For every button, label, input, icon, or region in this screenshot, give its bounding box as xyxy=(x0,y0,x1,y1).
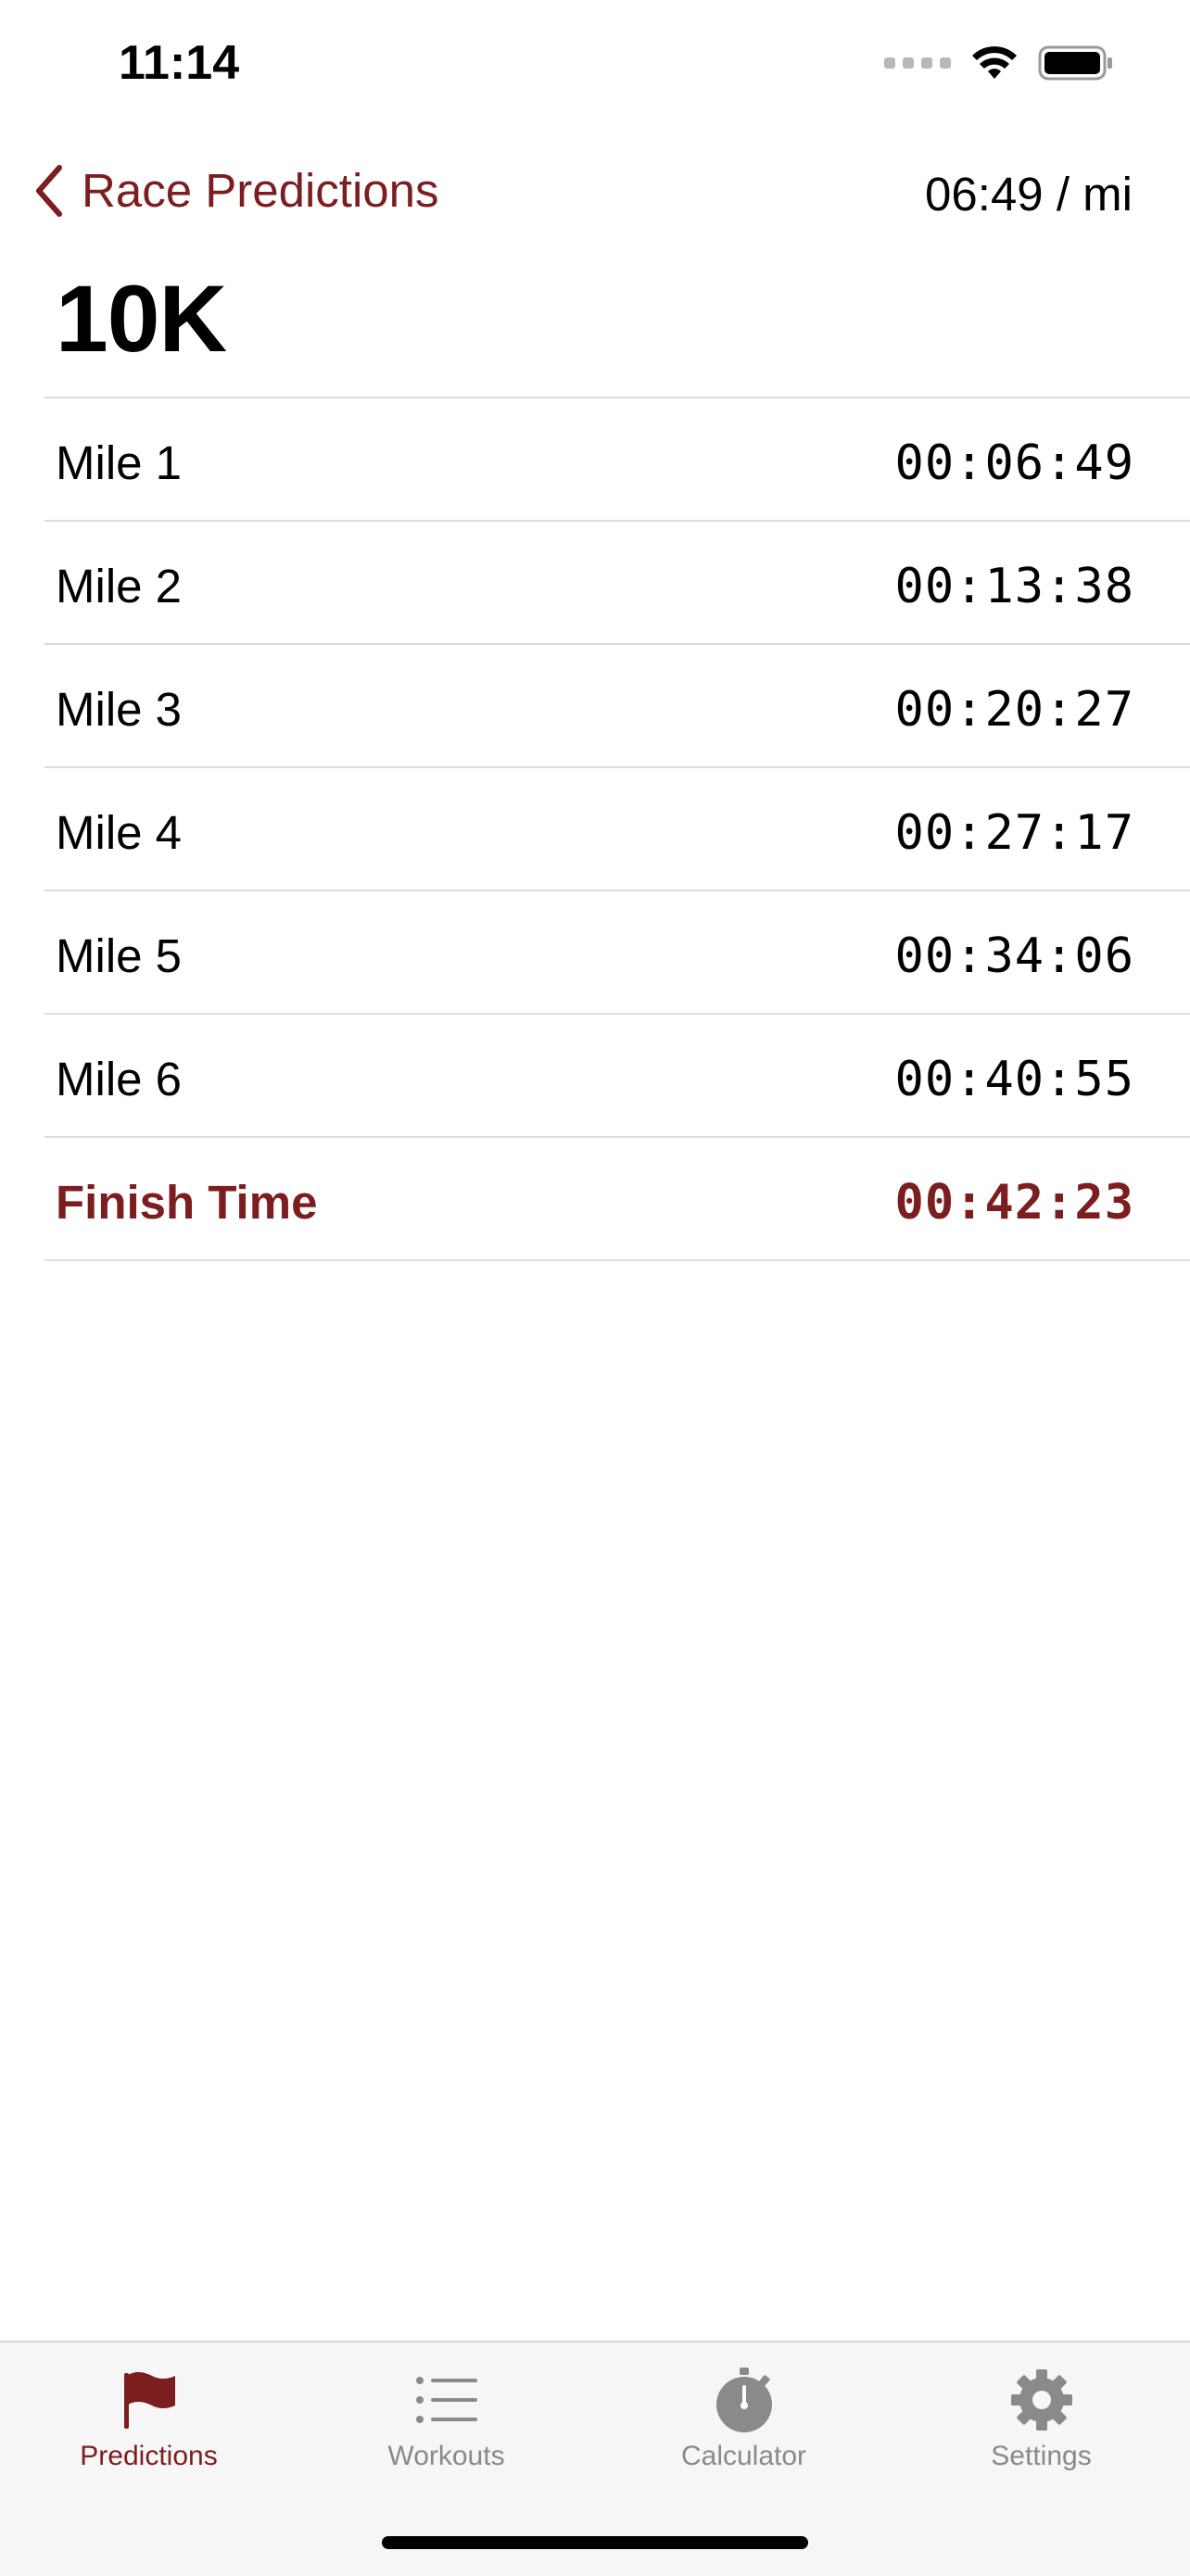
list-icon xyxy=(415,2377,477,2423)
finish-time-value: 00:42:23 xyxy=(894,1175,1134,1231)
status-icons xyxy=(884,44,1114,82)
split-label: Mile 1 xyxy=(56,436,183,489)
split-label: Mile 3 xyxy=(56,683,183,736)
flag-icon xyxy=(123,2372,175,2429)
split-row: Mile 3 00:20:27 xyxy=(44,643,1190,766)
split-label: Mile 2 xyxy=(56,560,183,612)
cellular-signal-icon xyxy=(884,57,951,69)
tab-workouts-label: Workouts xyxy=(387,2441,505,2471)
split-row: Mile 2 00:13:38 xyxy=(44,520,1190,643)
tab-settings[interactable]: Settings xyxy=(892,2365,1190,2494)
stopwatch-icon xyxy=(715,2368,772,2432)
tab-predictions[interactable]: Predictions xyxy=(0,2365,298,2494)
split-label: Mile 5 xyxy=(56,929,183,982)
status-bar: 11:14 xyxy=(0,0,1190,130)
splits-list: Mile 1 00:06:49 Mile 2 00:13:38 Mile 3 0… xyxy=(44,397,1190,1261)
tab-calculator[interactable]: Calculator xyxy=(595,2365,892,2494)
split-time: 00:27:17 xyxy=(894,805,1134,861)
split-row: Mile 1 00:06:49 xyxy=(44,397,1190,520)
tab-settings-label: Settings xyxy=(991,2441,1092,2471)
status-time: 11:14 xyxy=(119,36,240,90)
split-label: Mile 6 xyxy=(56,1053,183,1105)
back-button[interactable]: Race Predictions xyxy=(33,163,439,218)
back-button-label: Race Predictions xyxy=(82,164,439,217)
split-label: Mile 4 xyxy=(56,806,183,859)
navigation-bar: Race Predictions 06:49 / mi xyxy=(0,148,1190,241)
finish-time-row: Finish Time 00:42:23 xyxy=(44,1136,1190,1261)
wifi-icon xyxy=(972,46,1017,79)
finish-time-label: Finish Time xyxy=(56,1176,318,1229)
split-time: 00:06:49 xyxy=(894,436,1134,491)
split-time: 00:13:38 xyxy=(894,559,1134,614)
split-time: 00:34:06 xyxy=(894,928,1134,984)
chevron-left-icon xyxy=(36,164,62,217)
page-title: 10K xyxy=(56,266,227,372)
split-row: Mile 6 00:40:55 xyxy=(44,1013,1190,1136)
tab-workouts[interactable]: Workouts xyxy=(298,2365,595,2494)
split-time: 00:40:55 xyxy=(894,1052,1134,1107)
split-row: Mile 4 00:27:17 xyxy=(44,766,1190,890)
battery-icon xyxy=(1038,45,1112,81)
pace-readout: 06:49 / mi xyxy=(925,168,1133,221)
gear-icon xyxy=(1010,2369,1072,2431)
split-row: Mile 5 00:34:06 xyxy=(44,890,1190,1013)
home-indicator[interactable] xyxy=(382,2536,808,2549)
tab-predictions-label: Predictions xyxy=(80,2441,218,2471)
tab-calculator-label: Calculator xyxy=(680,2441,807,2471)
split-time: 00:20:27 xyxy=(894,682,1134,738)
